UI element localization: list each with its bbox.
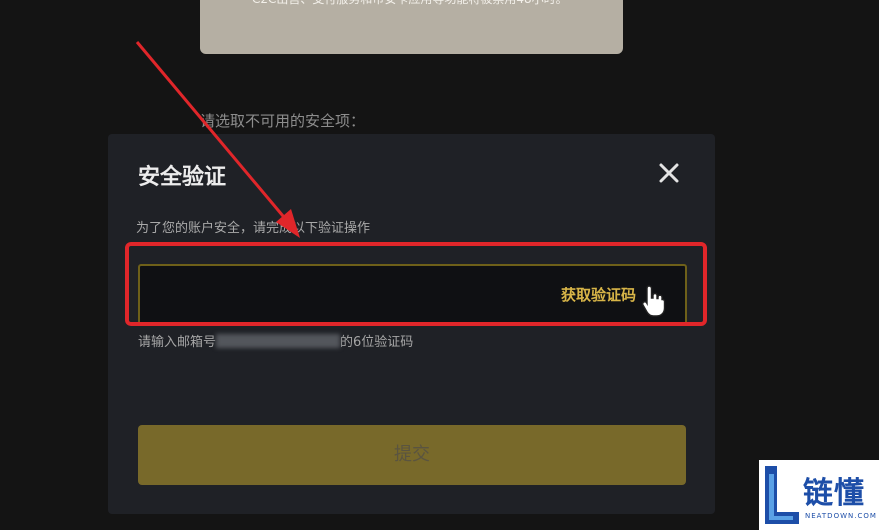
- watermark-domain: NEATDOWN.COM: [805, 512, 877, 520]
- watermark-logo: 链懂 NEATDOWN.COM: [759, 460, 879, 530]
- annotation-arrow: [135, 41, 300, 238]
- watermark-l-icon: [765, 466, 799, 524]
- watermark-name: 链懂: [803, 476, 865, 511]
